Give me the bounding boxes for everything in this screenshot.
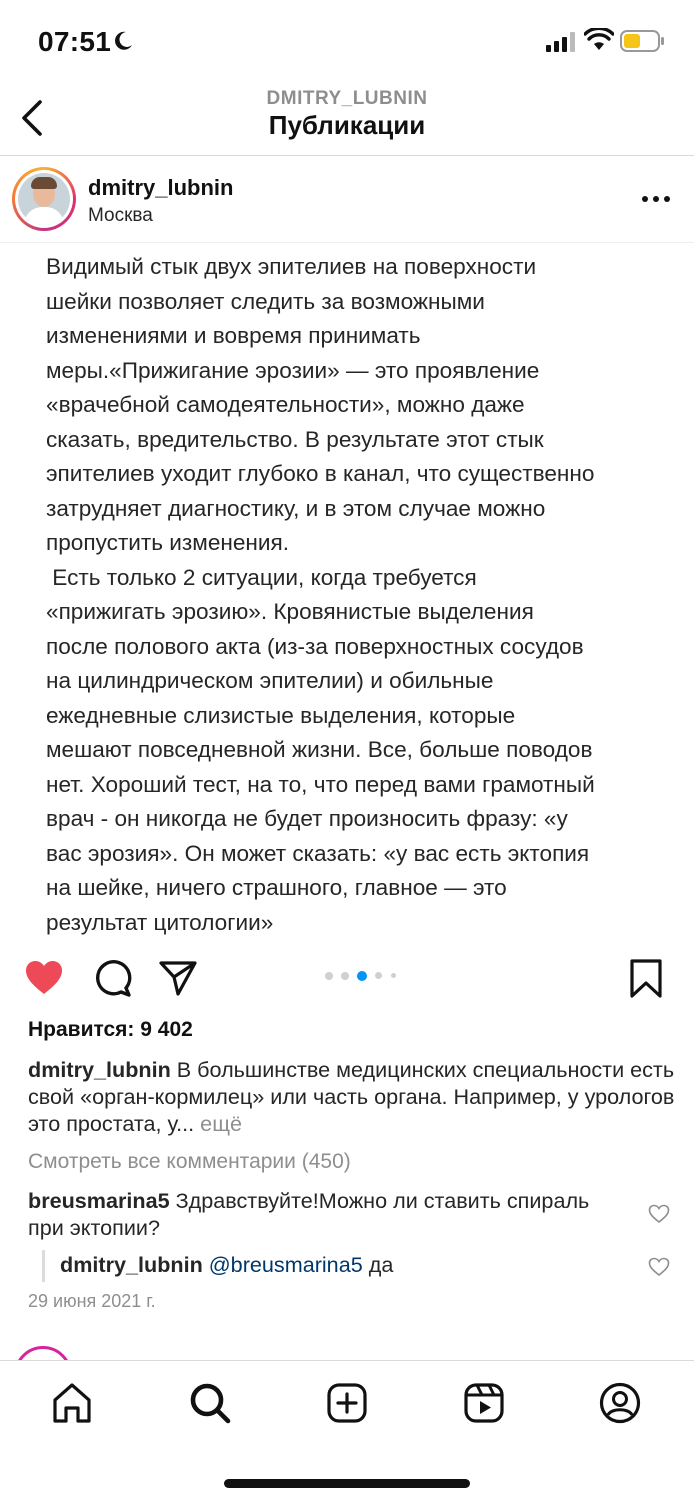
carousel-indicator: [325, 970, 405, 982]
reply-text: да: [362, 1252, 394, 1277]
search-icon[interactable]: [188, 1381, 232, 1425]
post-actions: [0, 952, 694, 1004]
header-username: DMITRY_LUBNIN: [266, 88, 428, 109]
home-icon[interactable]: [50, 1381, 94, 1425]
status-time: 07:51: [38, 26, 112, 57]
profile-icon[interactable]: [598, 1381, 642, 1425]
caption-more-link[interactable]: ещё: [194, 1111, 242, 1136]
comment: breusmarina5 Здравствуйте!Можно ли стави…: [28, 1187, 628, 1241]
avatar: [18, 173, 70, 225]
more-options-icon[interactable]: [640, 187, 672, 211]
post-text-slide: Видимый стык двух эпителиев на поверхнос…: [46, 254, 595, 935]
page-title: Публикации: [268, 110, 426, 140]
post-date: 29 июня 2021 г.: [28, 1291, 156, 1311]
nav-header: DMITRY_LUBNIN Публикации: [0, 84, 694, 156]
caption: dmitry_lubnin В большинстве медицинских …: [28, 1056, 678, 1137]
moon-icon: [115, 31, 132, 50]
caption-username[interactable]: dmitry_lubnin: [28, 1057, 171, 1082]
post-location[interactable]: Москва: [88, 205, 153, 227]
post-header: dmitry_lubnin Москва: [0, 157, 694, 243]
status-bar: 07:51: [0, 0, 694, 84]
reply: dmitry_lubnin @breusmarina5 да: [60, 1252, 393, 1278]
carousel-dot: [341, 972, 349, 980]
share-icon[interactable]: [158, 958, 198, 998]
reply-thread-line: [42, 1250, 45, 1282]
comment-username[interactable]: breusmarina5: [28, 1188, 170, 1213]
reply-username[interactable]: dmitry_lubnin: [60, 1252, 203, 1277]
comment-icon[interactable]: [92, 958, 132, 998]
wifi-icon: [584, 28, 614, 50]
reels-icon[interactable]: [462, 1381, 506, 1425]
create-post-icon[interactable]: [325, 1381, 369, 1425]
reply-like-icon[interactable]: [648, 1257, 670, 1277]
view-all-comments-link[interactable]: Смотреть все комментарии (450): [28, 1150, 351, 1174]
bottom-tab-bar: [0, 1360, 694, 1500]
carousel-dot-active: [357, 971, 367, 981]
bookmark-icon[interactable]: [626, 958, 666, 998]
post-username[interactable]: dmitry_lubnin: [88, 175, 233, 201]
home-indicator: [224, 1479, 470, 1488]
reply-mention[interactable]: @breusmarina5: [203, 1252, 363, 1277]
comment-like-icon[interactable]: [648, 1204, 670, 1224]
heart-icon[interactable]: [24, 958, 64, 998]
likes-count[interactable]: Нравится: 9 402: [28, 1018, 193, 1042]
carousel-dot: [375, 972, 382, 979]
battery-icon: [620, 30, 664, 52]
carousel-dot: [391, 973, 396, 978]
story-ring[interactable]: [12, 167, 76, 231]
signal-icon: [546, 32, 575, 52]
carousel-dot: [325, 972, 333, 980]
